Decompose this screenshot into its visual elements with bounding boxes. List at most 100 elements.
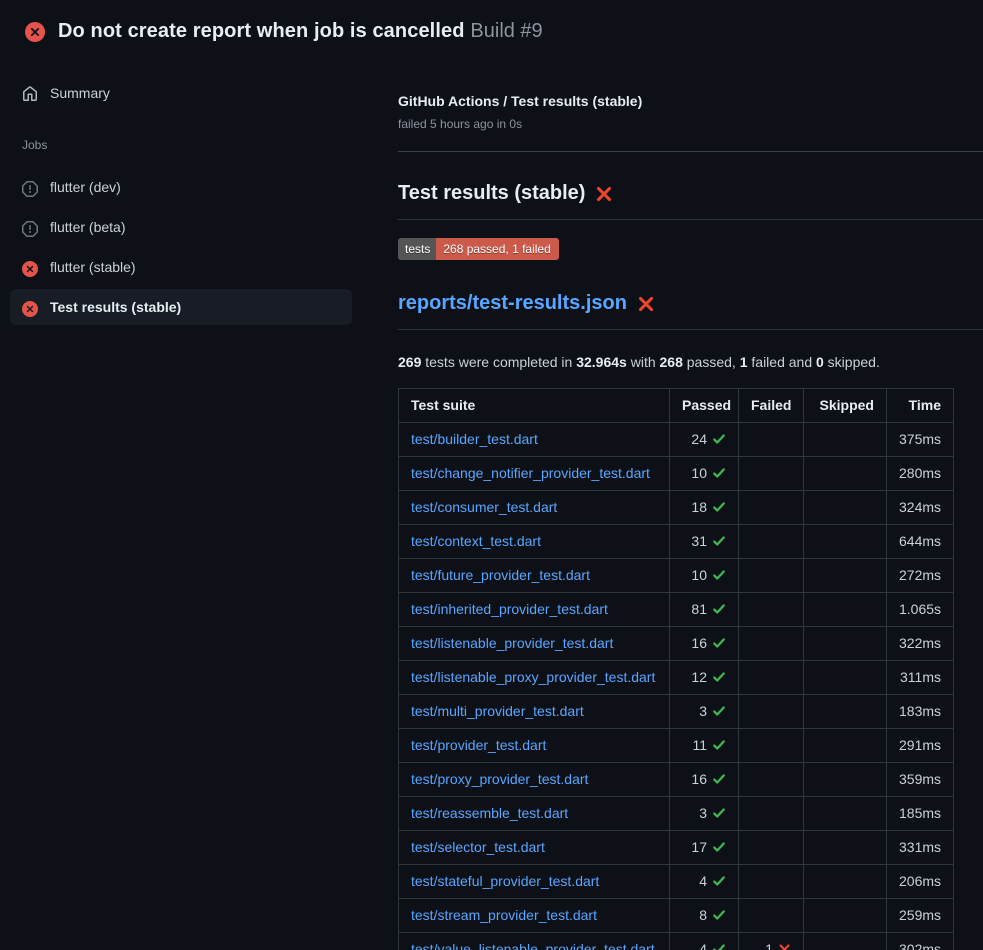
table-row: test/change_notifier_provider_test.dart … [399, 456, 954, 490]
passed-cell: 8 [670, 898, 739, 932]
x-icon [778, 941, 791, 950]
check-icon [712, 669, 726, 685]
suite-link[interactable]: test/consumer_test.dart [411, 499, 557, 515]
jobs-section-label: Jobs [22, 137, 352, 154]
table-row: test/context_test.dart 31 644ms [399, 524, 954, 558]
table-row: test/provider_test.dart 11 291ms [399, 728, 954, 762]
suite-link[interactable]: test/provider_test.dart [411, 737, 546, 753]
jobs-sidebar: Summary Jobs flutter (dev) flutter (beta… [0, 59, 362, 325]
suite-link[interactable]: test/context_test.dart [411, 533, 541, 549]
report-heading: reports/test-results.json [398, 288, 983, 330]
time-cell: 322ms [887, 626, 954, 660]
time-cell: 291ms [887, 728, 954, 762]
home-icon [22, 83, 38, 103]
skipped-cell [804, 932, 887, 950]
time-cell: 280ms [887, 456, 954, 490]
failed-cell [739, 422, 804, 456]
table-row: test/listenable_provider_test.dart 16 32… [399, 626, 954, 660]
page-title: Do not create report when job is cancell… [58, 20, 465, 42]
check-icon [712, 567, 726, 583]
suite-link[interactable]: test/stateful_provider_test.dart [411, 873, 599, 889]
failed-cell [739, 694, 804, 728]
sidebar-item-flutter-dev[interactable]: flutter (dev) [10, 169, 352, 205]
passed-cell: 17 [670, 830, 739, 864]
badge-label: tests [398, 238, 436, 260]
table-row: test/multi_provider_test.dart 3 183ms [399, 694, 954, 728]
passed-cell: 4 [670, 932, 739, 950]
check-icon [712, 635, 726, 651]
check-icon [712, 465, 726, 481]
check-output: GitHub Actions / Test results (stable) f… [398, 59, 983, 950]
passed-cell: 81 [670, 592, 739, 626]
sidebar-item-summary[interactable]: Summary [10, 75, 352, 111]
failed-cell: 1 [739, 932, 804, 950]
table-row: test/future_provider_test.dart 10 272ms [399, 558, 954, 592]
suite-link[interactable]: test/builder_test.dart [411, 431, 538, 447]
skipped-cell [804, 694, 887, 728]
sidebar-item-flutter-stable[interactable]: flutter (stable) [10, 249, 352, 285]
time-cell: 359ms [887, 762, 954, 796]
failed-cell [739, 558, 804, 592]
x-circle-icon [22, 257, 38, 277]
failed-cell [739, 762, 804, 796]
suite-link[interactable]: test/value_listenable_provider_test.dart [411, 941, 655, 950]
suite-link[interactable]: test/selector_test.dart [411, 839, 545, 855]
x-circle-icon [22, 297, 38, 317]
skipped-cell [804, 830, 887, 864]
time-cell: 302ms [887, 932, 954, 950]
time-cell: 644ms [887, 524, 954, 558]
passed-cell: 3 [670, 796, 739, 830]
passed-cell: 4 [670, 864, 739, 898]
suite-link[interactable]: test/stream_provider_test.dart [411, 907, 597, 923]
col-header-skipped: Skipped [804, 388, 887, 422]
skipped-cell [804, 660, 887, 694]
time-cell: 375ms [887, 422, 954, 456]
table-row: test/builder_test.dart 24 375ms [399, 422, 954, 456]
check-icon [712, 533, 726, 549]
failed-cell [739, 728, 804, 762]
check-icon [712, 873, 726, 889]
col-header-test-suite: Test suite [399, 388, 670, 422]
suite-link[interactable]: test/change_notifier_provider_test.dart [411, 465, 650, 481]
failed-cell [739, 830, 804, 864]
skipped-cell [804, 592, 887, 626]
suite-link[interactable]: test/inherited_provider_test.dart [411, 601, 608, 617]
passed-cell: 11 [670, 728, 739, 762]
suite-link[interactable]: test/proxy_provider_test.dart [411, 771, 588, 787]
sidebar-item-test-results-stable[interactable]: Test results (stable) [10, 289, 352, 325]
summary-text: 269 tests were completed in 32.964s with… [398, 352, 983, 372]
failed-cell [739, 626, 804, 660]
failed-cell [739, 490, 804, 524]
failed-cell [739, 456, 804, 490]
job-label: flutter (dev) [50, 177, 121, 197]
check-title: GitHub Actions / Test results (stable) [398, 91, 983, 111]
x-circle-icon [25, 21, 45, 42]
skipped-cell [804, 864, 887, 898]
report-file-link[interactable]: reports/test-results.json [398, 289, 627, 318]
suite-link[interactable]: test/listenable_provider_test.dart [411, 635, 613, 651]
col-header-failed: Failed [739, 388, 804, 422]
table-row: test/inherited_provider_test.dart 81 1.0… [399, 592, 954, 626]
table-row: test/reassemble_test.dart 3 185ms [399, 796, 954, 830]
skipped-cell [804, 626, 887, 660]
section-heading-text: Test results (stable) [398, 179, 585, 208]
time-cell: 259ms [887, 898, 954, 932]
suite-link[interactable]: test/listenable_proxy_provider_test.dart [411, 669, 655, 685]
table-header-row: Test suite Passed Failed Skipped Time [399, 388, 954, 422]
skipped-cell [804, 422, 887, 456]
suite-link[interactable]: test/future_provider_test.dart [411, 567, 590, 583]
section-heading: Test results (stable) [398, 178, 983, 220]
suite-link[interactable]: test/multi_provider_test.dart [411, 703, 584, 719]
sidebar-item-flutter-beta[interactable]: flutter (beta) [10, 209, 352, 245]
table-row: test/listenable_proxy_provider_test.dart… [399, 660, 954, 694]
time-cell: 324ms [887, 490, 954, 524]
time-cell: 331ms [887, 830, 954, 864]
check-icon [712, 907, 726, 923]
check-icon [712, 703, 726, 719]
suite-link[interactable]: test/reassemble_test.dart [411, 805, 568, 821]
skipped-cell [804, 524, 887, 558]
check-run-header: Do not create report when job is cancell… [0, 0, 983, 59]
passed-cell: 10 [670, 558, 739, 592]
skipped-cell [804, 456, 887, 490]
check-icon [712, 431, 726, 447]
